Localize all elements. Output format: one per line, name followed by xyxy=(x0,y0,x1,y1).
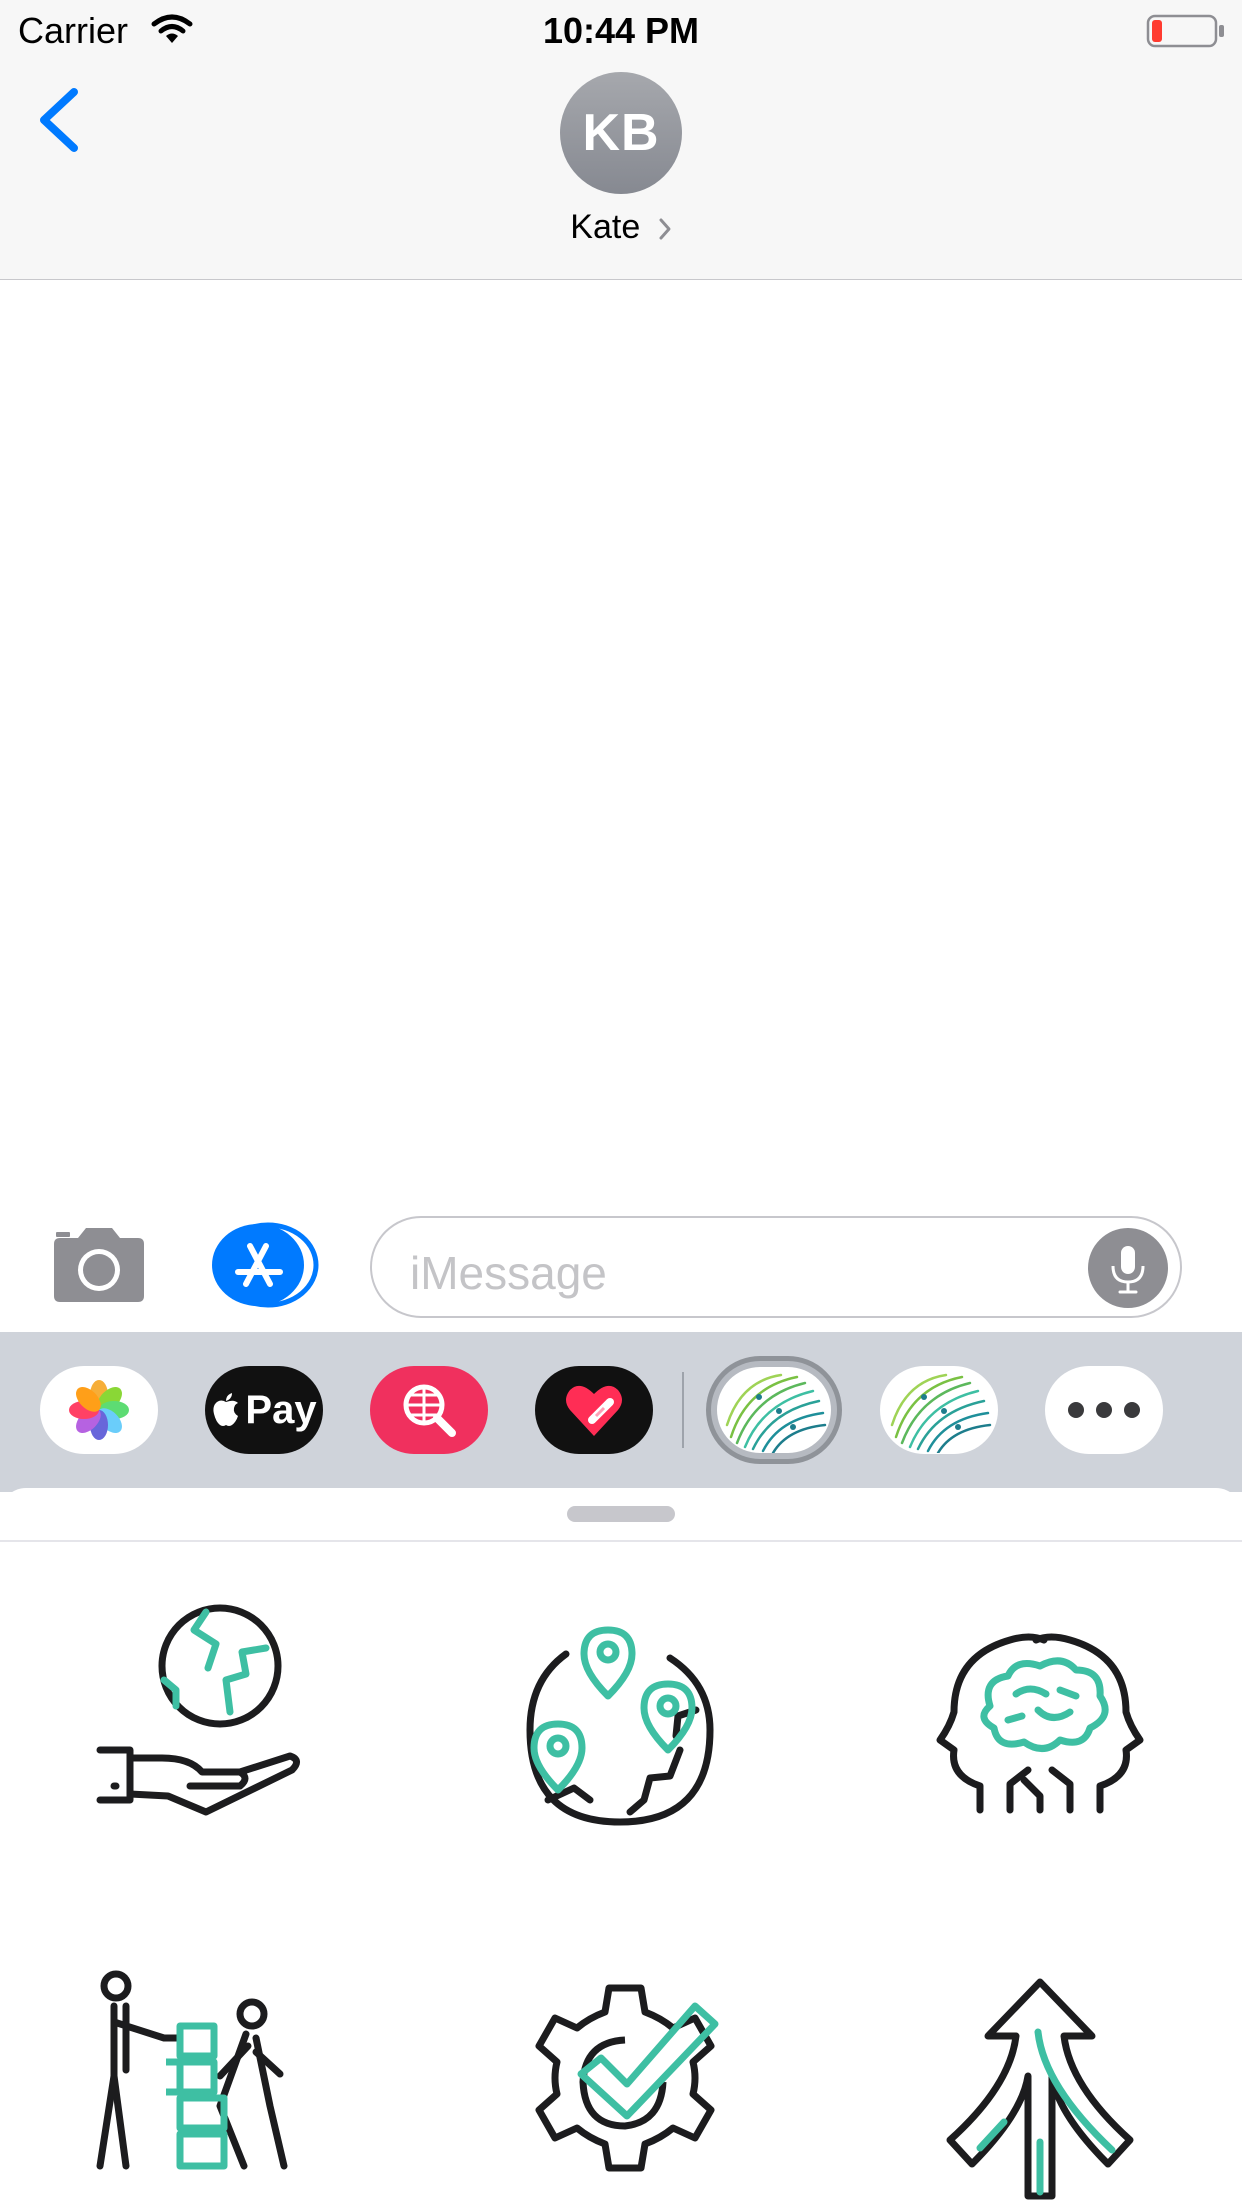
photos-icon xyxy=(69,1380,129,1440)
avatar[interactable]: KB xyxy=(560,72,682,194)
gear-checkmark-icon xyxy=(535,1984,719,2172)
photos-app-button[interactable] xyxy=(40,1366,158,1454)
apple-pay-app-button[interactable]: Pay xyxy=(205,1366,323,1454)
sticker-merging-arrows-up[interactable] xyxy=(920,1966,1160,2206)
sticker-gear-checkmark[interactable] xyxy=(505,1966,745,2206)
merging-arrows-up-icon xyxy=(946,1978,1134,2200)
fingerprint-sticker-app-button[interactable] xyxy=(880,1366,998,1454)
hand-holding-globe-icon xyxy=(96,1604,300,1816)
app-store-icon[interactable] xyxy=(210,1222,320,1308)
heart-icon xyxy=(566,1385,622,1436)
sticker-panel xyxy=(0,1488,1242,2208)
fingerprint-circuit-icon xyxy=(890,1373,992,1453)
two-heads-brain-icon xyxy=(936,1633,1144,1814)
more-icon xyxy=(1068,1402,1140,1418)
digital-touch-app-button[interactable] xyxy=(535,1366,653,1454)
fingerprint-circuit-icon xyxy=(725,1373,827,1453)
web-search-app-button[interactable] xyxy=(370,1366,488,1454)
message-placeholder: iMessage xyxy=(410,1247,607,1299)
sheet-grabber[interactable] xyxy=(567,1506,675,1522)
globe-search-icon xyxy=(403,1384,456,1437)
drawer-divider xyxy=(682,1372,684,1448)
sticker-globe-location-pins[interactable] xyxy=(500,1600,740,1840)
status-time: 10:44 PM xyxy=(542,10,700,51)
apple-pay-label: Pay xyxy=(245,1387,317,1432)
microphone-button[interactable] xyxy=(1088,1228,1168,1308)
chevron-right-icon xyxy=(659,218,671,240)
sticker-two-heads-brain[interactable] xyxy=(920,1600,1160,1840)
battery-low-icon xyxy=(1146,14,1224,48)
more-apps-button[interactable] xyxy=(1045,1366,1163,1454)
sticker-hand-holding-globe[interactable] xyxy=(90,1600,330,1840)
back-chevron-icon[interactable] xyxy=(30,80,90,160)
people-moving-boxes-icon xyxy=(96,1970,288,2170)
message-input[interactable]: iMessage xyxy=(370,1216,1182,1318)
fingerprint-sticker-app-button-selected[interactable] xyxy=(706,1356,842,1464)
camera-icon[interactable] xyxy=(50,1226,148,1304)
sheet-divider xyxy=(0,1540,1242,1542)
messages-screen: Carrier 10:44 PM KB Kate iMessage Pay xyxy=(0,0,1242,2208)
globe-location-pins-icon xyxy=(526,1626,714,1826)
contact-name: Kate xyxy=(570,208,641,246)
apple-logo-icon xyxy=(213,1393,239,1426)
imessage-app-drawer: Pay xyxy=(0,1332,1242,1492)
sticker-people-moving-boxes[interactable] xyxy=(80,1966,320,2206)
contact-name-button[interactable]: Kate xyxy=(0,208,1242,247)
microphone-icon xyxy=(1111,1246,1145,1294)
conversation-header: Carrier 10:44 PM KB Kate xyxy=(0,0,1242,280)
status-bar: Carrier 10:44 PM xyxy=(0,0,1242,60)
